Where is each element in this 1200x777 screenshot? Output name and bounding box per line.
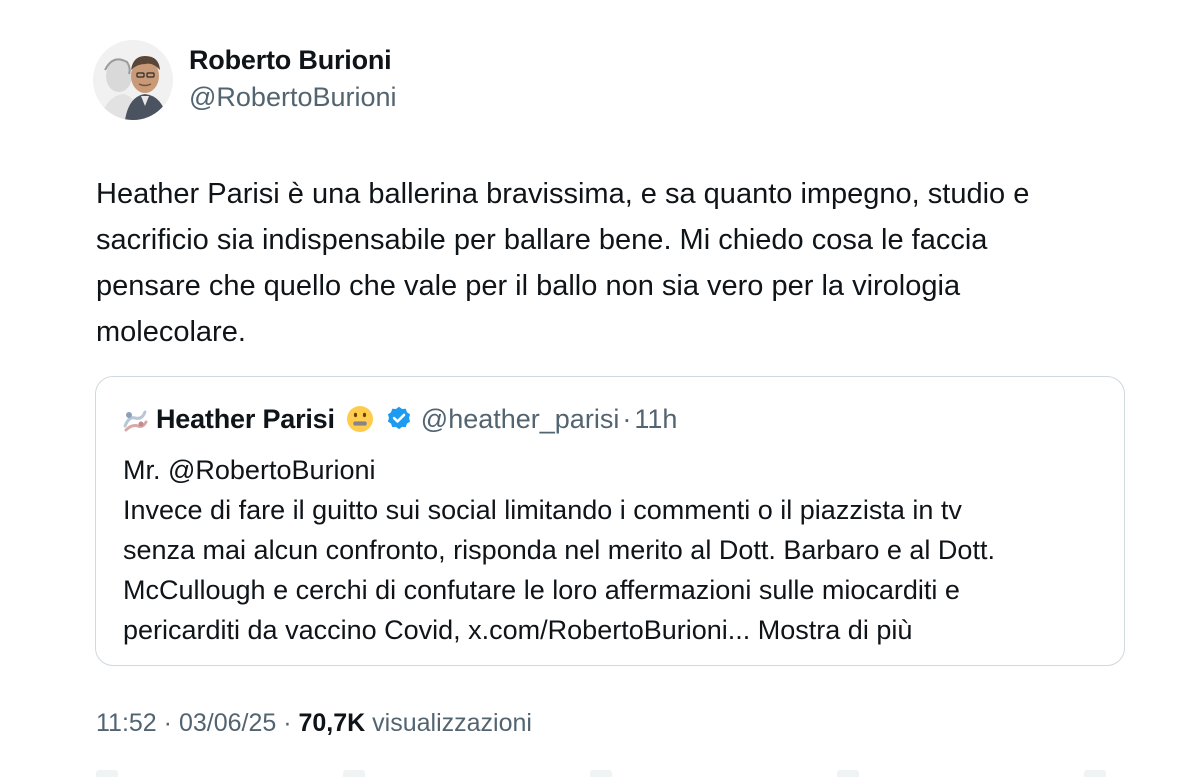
views-label: visualizzazioni — [365, 709, 532, 737]
tweet-text: Heather Parisi è una ballerina bravissim… — [96, 178, 1030, 348]
ballet-emoji-icon — [123, 410, 148, 432]
repost-icon[interactable] — [343, 770, 365, 777]
author-handle[interactable]: @RobertoBurioni — [189, 82, 397, 113]
author-name[interactable]: Roberto Burioni — [189, 45, 392, 76]
bookmark-icon[interactable] — [837, 770, 859, 777]
quoted-tweet-card[interactable]: Heather Parisi @heather_parisi · 11h Mr.… — [95, 376, 1125, 666]
verified-badge-icon — [387, 406, 410, 430]
quoted-tweet-text: Mr. @RobertoBurioni Invece di fare il gu… — [123, 450, 1113, 650]
quoted-author-name[interactable]: Heather Parisi — [156, 404, 335, 435]
tweet-date[interactable]: 03/06/25 — [179, 709, 276, 737]
author-avatar[interactable] — [93, 40, 173, 120]
tweet-meta: 11:52 · 03/06/25 · 70,7K visualizzazioni — [96, 709, 532, 738]
quoted-tweet-time[interactable]: 11h — [634, 404, 677, 435]
quoted-tweet-header: Heather Parisi @heather_parisi · 11h — [120, 401, 677, 437]
like-icon[interactable] — [590, 770, 612, 777]
zipper-mouth-face-icon — [346, 406, 373, 432]
separator-dot: · — [622, 403, 632, 434]
show-more-link[interactable]: Mostra di più — [750, 615, 913, 645]
tweet-time[interactable]: 11:52 — [96, 709, 157, 737]
quoted-author-handle[interactable]: @heather_parisi — [421, 404, 620, 435]
meta-separator: · — [156, 709, 179, 737]
views-count: 70,7K — [298, 709, 366, 737]
share-icon[interactable] — [1084, 770, 1106, 777]
meta-separator: · — [276, 709, 299, 737]
action-bar-edge — [96, 770, 1106, 777]
reply-icon[interactable] — [96, 770, 118, 777]
avatar-photo — [93, 40, 173, 120]
